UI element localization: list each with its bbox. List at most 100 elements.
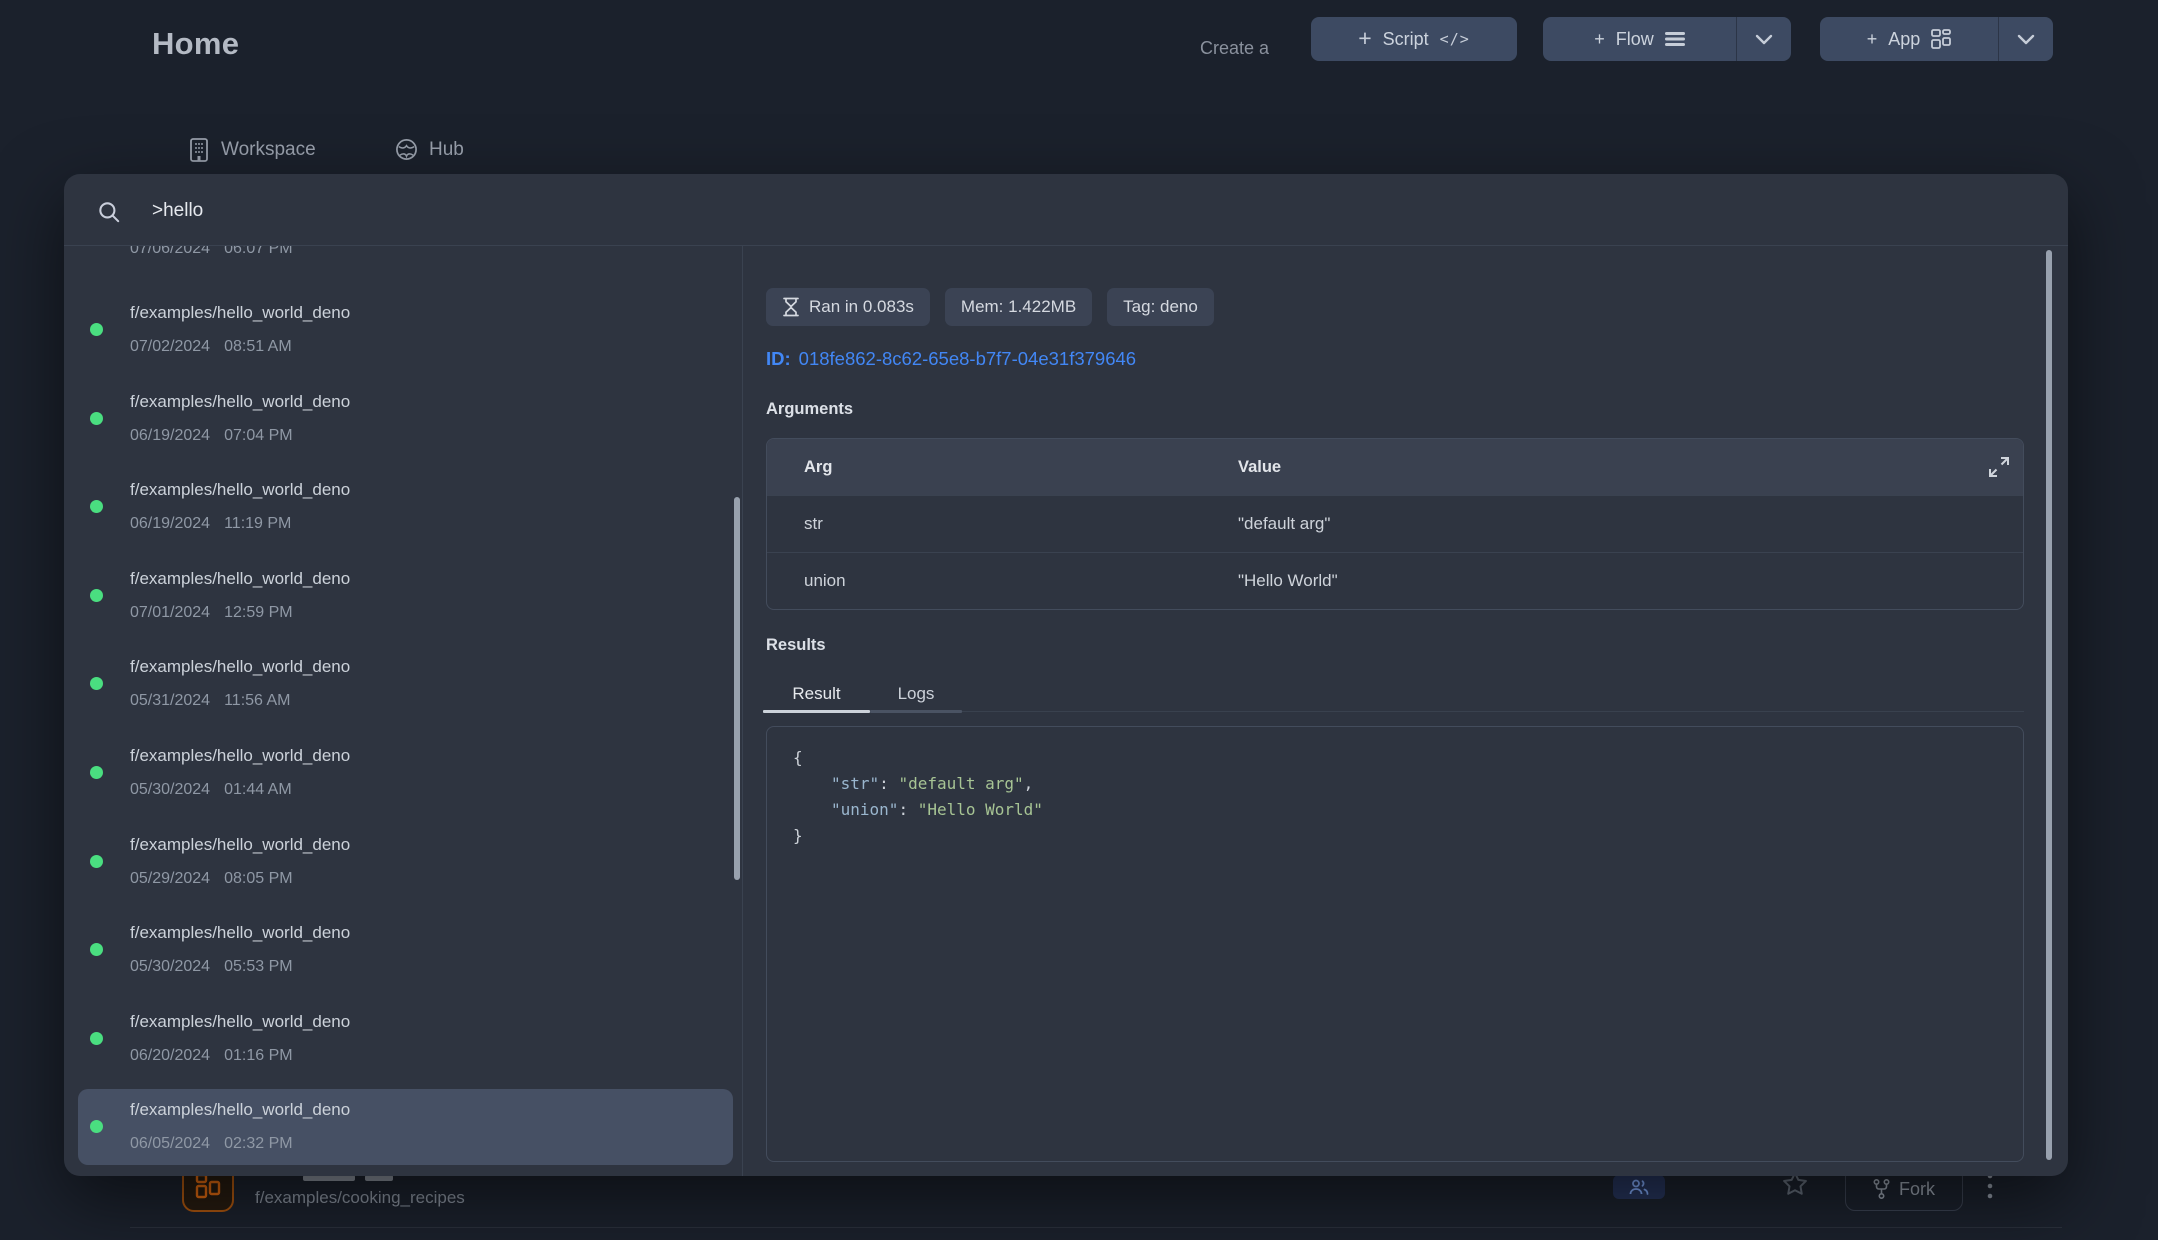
success-dot-icon xyxy=(90,412,103,425)
flow-icon xyxy=(1665,31,1685,47)
building-icon xyxy=(188,138,210,162)
code-icon: </> xyxy=(1440,30,1470,48)
table-row-divider xyxy=(130,1227,2062,1228)
success-dot-icon xyxy=(90,1032,103,1045)
plus-icon: + xyxy=(1594,29,1605,50)
argument-name: union xyxy=(767,571,1238,591)
list-item[interactable]: f/examples/hello_world_deno05/31/202411:… xyxy=(78,646,733,722)
success-dot-icon xyxy=(90,589,103,602)
run-path: f/examples/hello_world_deno xyxy=(130,1100,350,1120)
chevron-down-icon xyxy=(2017,34,2035,45)
expand-icon[interactable] xyxy=(1987,455,2011,479)
json-line: "union": "Hello World" xyxy=(793,797,2023,823)
globe-icon xyxy=(395,138,418,161)
col-header-arg: Arg xyxy=(767,458,1238,477)
create-app-button[interactable]: + App xyxy=(1820,17,1998,61)
run-id-row: ID: 018fe862-8c62-65e8-b7f7-04e31f379646 xyxy=(766,348,1136,370)
tab-logs[interactable]: Logs xyxy=(870,678,962,710)
success-dot-icon xyxy=(90,1120,103,1133)
users-icon xyxy=(1629,1179,1649,1195)
active-tab-indicator xyxy=(763,710,870,713)
create-script-button[interactable]: + Script </> xyxy=(1311,17,1517,61)
tab-hub-label: Hub xyxy=(429,139,464,161)
run-datetime: 06/19/202411:19 PM xyxy=(130,515,291,533)
success-dot-icon xyxy=(90,855,103,868)
success-dot-icon xyxy=(90,500,103,513)
duration-badge: Ran in 0.083s xyxy=(766,288,930,326)
create-app-label: App xyxy=(1888,29,1920,50)
list-item[interactable]: f/examples/hello_world_deno 06/20/202401:… xyxy=(78,1001,733,1077)
app-dropdown-button[interactable] xyxy=(1999,17,2053,61)
create-a-label: Create a xyxy=(1200,38,1269,59)
tab-hub[interactable]: Hub xyxy=(395,138,464,161)
windmill-home-page: Home Create a + Script </> + Flow + App xyxy=(0,0,2158,1240)
tag-badge-label: Tag: deno xyxy=(1123,297,1198,317)
list-item[interactable]: f/examples/hello_world_deno05/30/202401:… xyxy=(78,735,733,811)
list-item[interactable]: f/examples/hello_world_deno 07/02/202408:… xyxy=(78,292,733,368)
run-badges-row: Ran in 0.083s Mem: 1.422MB Tag: deno xyxy=(766,288,1214,326)
run-id-link[interactable]: 018fe862-8c62-65e8-b7f7-04e31f379646 xyxy=(799,348,1136,369)
search-input[interactable]: >hello xyxy=(152,200,203,222)
list-item[interactable]: f/examples/hello_world_deno05/29/202408:… xyxy=(78,824,733,900)
arguments-heading: Arguments xyxy=(766,400,853,419)
json-line: "str": "default arg", xyxy=(793,771,2023,797)
run-path: f/examples/hello_world_deno xyxy=(130,1012,350,1032)
duration-badge-label: Ran in 0.083s xyxy=(809,297,914,317)
run-datetime: 05/31/202411:56 AM xyxy=(130,692,291,710)
tag-badge: Tag: deno xyxy=(1107,288,1214,326)
success-dot-icon xyxy=(90,943,103,956)
tab-workspace-label: Workspace xyxy=(221,139,316,161)
shared-users-badge[interactable] xyxy=(1613,1175,1665,1199)
detail-panel-scrollbar[interactable] xyxy=(2046,250,2052,1160)
logs-tab-indicator xyxy=(870,710,962,713)
run-datetime: 06/05/202402:32 PM xyxy=(130,1135,293,1153)
run-path: f/examples/hello_world_deno xyxy=(130,303,350,323)
memory-badge-label: Mem: 1.422MB xyxy=(961,297,1076,317)
argument-value: "Hello World" xyxy=(1238,571,2023,591)
list-item[interactable]: f/examples/hello_world_deno 06/05/202402:… xyxy=(78,1089,733,1165)
run-path: f/examples/hello_world_deno xyxy=(130,569,350,589)
app-grid-icon xyxy=(1931,29,1951,49)
plus-icon: + xyxy=(1867,29,1878,50)
run-datetime: 06/20/202401:16 PM xyxy=(130,1047,293,1065)
kebab-menu-icon[interactable] xyxy=(1987,1172,1993,1200)
run-datetime: 07/02/202408:51 AM xyxy=(130,338,292,356)
list-item[interactable]: f/examples/hello_world_deno 05/30/202405:… xyxy=(78,912,733,988)
fork-button-label: Fork xyxy=(1899,1179,1935,1200)
tab-result[interactable]: Result xyxy=(763,678,870,710)
fork-icon xyxy=(1873,1179,1890,1199)
list-item[interactable]: f/examples/hello_world_deno06/19/202407:… xyxy=(78,381,733,457)
app-thumbnail-icon xyxy=(195,1173,221,1199)
run-datetime: 07/06/202406:07 PM xyxy=(130,246,293,258)
run-datetime: 06/19/202407:04 PM xyxy=(130,427,293,445)
chevron-down-icon xyxy=(1755,34,1773,45)
run-id-label: ID: xyxy=(766,348,791,369)
search-icon xyxy=(96,199,122,225)
flow-dropdown-button[interactable] xyxy=(1737,17,1791,61)
tab-workspace[interactable]: Workspace xyxy=(188,138,316,162)
search-modal: >hello f/examples/hello_world_deno07/06/… xyxy=(64,174,2068,1176)
run-list-scrollbar[interactable] xyxy=(734,497,740,880)
json-close-brace: } xyxy=(793,823,2023,849)
list-item-partial[interactable]: f/examples/hello_world_deno07/06/202406:… xyxy=(78,246,733,270)
result-json-box: { "str": "default arg", "union": "Hello … xyxy=(766,726,2024,1162)
run-datetime: 07/01/202412:59 PM xyxy=(130,604,293,622)
run-datetime: 05/30/202405:53 PM xyxy=(130,958,293,976)
page-title: Home xyxy=(152,26,239,62)
hourglass-icon xyxy=(782,297,800,317)
background-item-path: f/examples/cooking_recipes xyxy=(255,1188,465,1208)
results-tabs: Result Logs xyxy=(763,678,962,710)
panel-divider xyxy=(742,246,743,1176)
memory-badge: Mem: 1.422MB xyxy=(945,288,1092,326)
tab-baseline xyxy=(962,711,2024,712)
run-path: f/examples/hello_world_deno xyxy=(130,480,350,500)
col-header-value: Value xyxy=(1238,458,2023,477)
create-flow-button[interactable]: + Flow xyxy=(1543,17,1736,61)
create-flow-button-group: + Flow xyxy=(1543,17,1791,61)
arguments-table: Arg Value str"default arg"union"Hello Wo… xyxy=(766,438,2024,610)
argument-value: "default arg" xyxy=(1238,514,2023,534)
list-item[interactable]: f/examples/hello_world_deno 06/19/202411:… xyxy=(78,469,733,545)
list-item[interactable]: f/examples/hello_world_deno 07/01/202412:… xyxy=(78,558,733,634)
run-path: f/examples/hello_world_deno xyxy=(130,923,350,943)
create-script-label: Script xyxy=(1383,29,1429,50)
